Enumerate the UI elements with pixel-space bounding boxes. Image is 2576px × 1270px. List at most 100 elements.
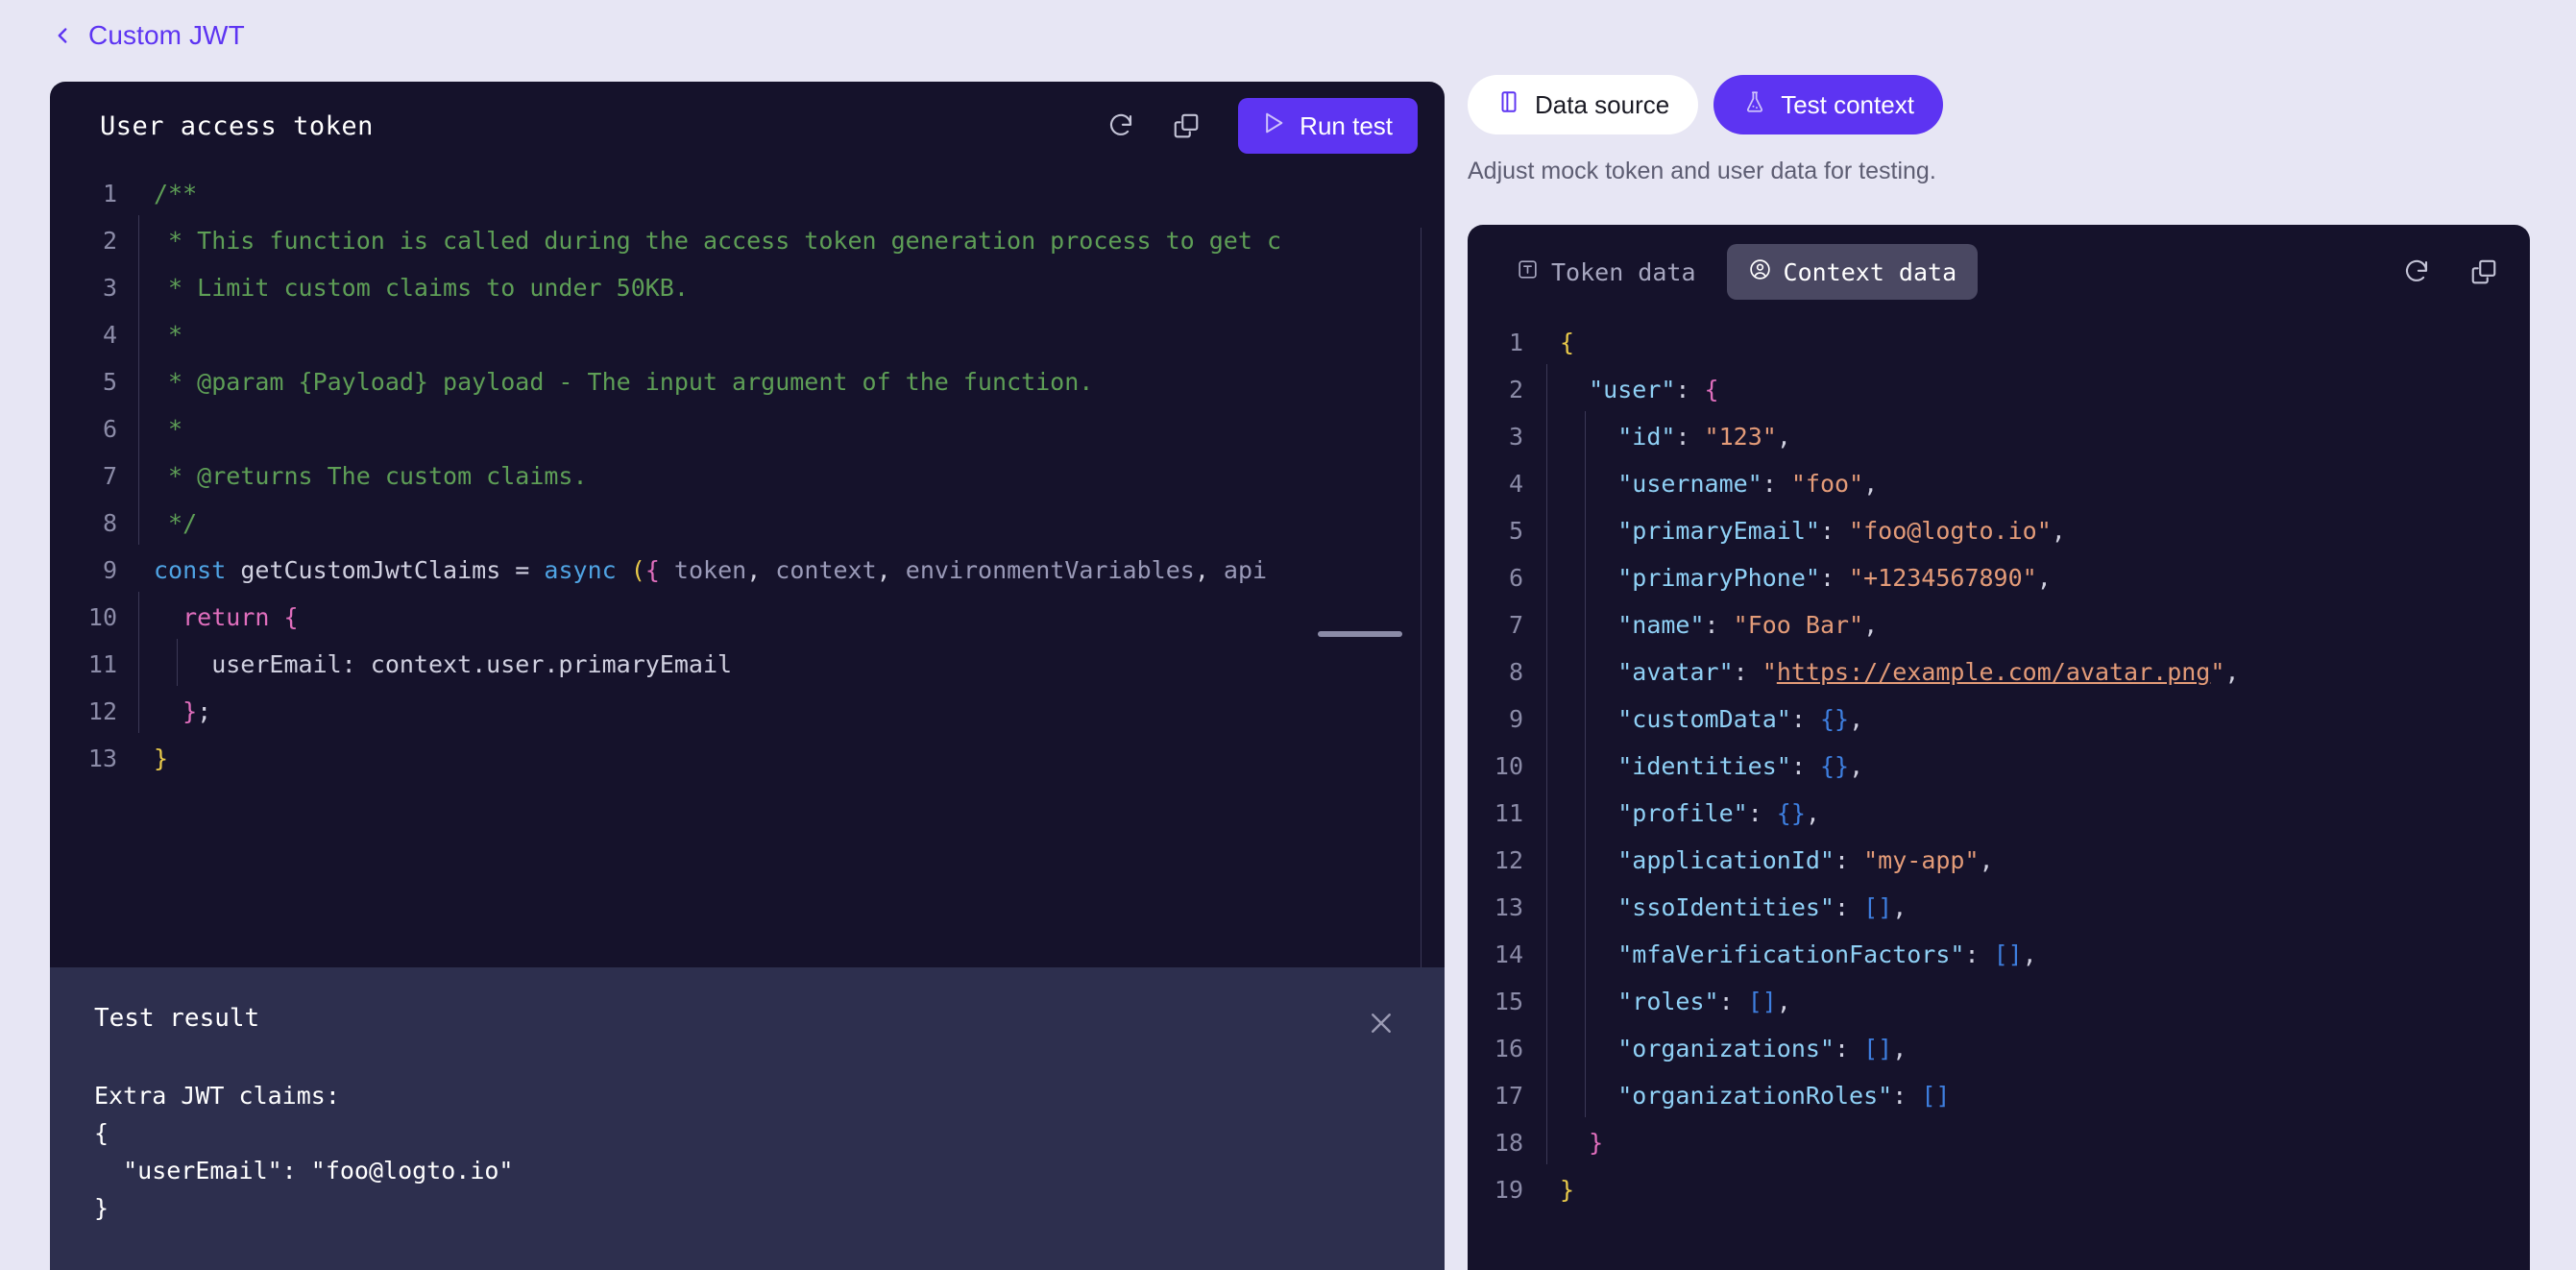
tab-data-source[interactable]: Data source [1468,75,1698,134]
code-token: { [1560,329,1574,356]
play-icon [1259,110,1286,143]
tab-token-data[interactable]: Token data [1495,244,1717,300]
code-token: "mfaVerificationFactors" [1617,940,1964,968]
test-result-output: Extra JWT claims: { "userEmail": "foo@lo… [94,1077,1400,1227]
user-circle-icon [1748,257,1772,287]
code-token: : [1892,1082,1921,1110]
code-token: : [1835,893,1863,921]
run-test-button[interactable]: Run test [1238,98,1418,154]
code-token: "primaryEmail" [1617,517,1820,545]
code-token [1560,376,1589,403]
line-content: * @param {Payload} payload - The input a… [136,358,1093,405]
code-line: 10 return { [50,594,1445,641]
code-token: : [1734,658,1762,686]
tab-context-data[interactable]: Context data [1727,244,1979,300]
code-token: } [1560,1176,1574,1204]
code-token: "applicationId" [1617,846,1835,874]
code-token: : [1748,799,1777,827]
code-token: , [1863,611,1878,639]
code-token: * This function is called during the acc… [154,227,1281,255]
line-number: 7 [1468,601,1544,648]
indent-guide [1546,599,1547,647]
code-token [1560,564,1617,592]
code-token [1560,988,1617,1015]
breadcrumb[interactable]: Custom JWT [50,13,245,58]
code-vertical-scrollbar[interactable] [1421,228,1422,967]
code-token: "id" [1617,423,1675,451]
code-token: : [1835,846,1863,874]
code-line: 7 * @returns The custom claims. [50,452,1445,500]
indent-guide [1585,599,1586,647]
code-token: "name" [1617,611,1704,639]
indent-guide [1585,976,1586,1023]
code-token: "profile" [1617,799,1747,827]
code-token: "organizations" [1617,1035,1835,1062]
line-content: "avatar": "https://example.com/avatar.pn… [1544,648,2239,696]
code-line: 2 "user": { [1468,366,2530,413]
code-token: } [1589,1129,1603,1157]
tab-test-context[interactable]: Test context [1713,75,1943,134]
code-token [1560,1082,1617,1110]
context-header: Token data Context data [1468,225,2530,319]
code-line: 7 "name": "Foo Bar", [1468,601,2530,648]
tab-token-data-label: Token data [1551,258,1696,286]
refresh-icon[interactable] [2397,253,2436,291]
code-line: 10 "identities": {}, [1468,743,2530,790]
code-token: {} [1820,705,1849,733]
line-number: 10 [1468,743,1544,790]
code-token: "avatar" [1617,658,1733,686]
line-number: 2 [50,217,136,264]
indent-guide [138,639,139,686]
flask-icon [1742,89,1767,121]
code-token: { [645,556,660,584]
code-token: : [1791,705,1820,733]
line-number: 8 [50,500,136,547]
code-token: , [2023,940,2037,968]
copy-icon[interactable] [1167,107,1205,145]
tab-context-data-label: Context data [1784,258,1957,286]
code-editor[interactable]: 1/**2 * This function is called during t… [50,170,1445,967]
indent-guide [1546,835,1547,882]
code-token: "ssoIdentities" [1617,893,1835,921]
code-line: 11 "profile": {}, [1468,790,2530,837]
source-tabs: Data source Test context [1468,75,2530,134]
code-token: " [1762,658,1777,686]
code-token: const [154,556,226,584]
source-hint: Adjust mock token and user data for test… [1468,158,2530,185]
code-line: 9 "customData": {}, [1468,696,2530,743]
copy-icon[interactable] [2465,253,2503,291]
line-number: 5 [50,358,136,405]
code-token: : [1675,376,1704,403]
line-number: 10 [50,594,136,641]
chevron-left-icon[interactable] [50,23,75,48]
code-token: "+1234567890" [1849,564,2037,592]
indent-guide [138,403,139,451]
code-line: 6 * [50,405,1445,452]
code-token: [] [1748,988,1777,1015]
code-token: , [1892,1035,1907,1062]
refresh-icon[interactable] [1102,107,1140,145]
indent-guide [1546,929,1547,976]
indent-guide [1546,505,1547,552]
line-number: 13 [1468,884,1544,931]
code-line: 16 "organizations": [], [1468,1025,2530,1072]
close-icon[interactable] [1362,1004,1400,1042]
indent-guide [138,498,139,545]
code-token: : [1762,470,1791,498]
code-token: = [515,556,529,584]
line-content: "organizations": [], [1544,1025,1907,1072]
line-number: 1 [1468,319,1544,366]
code-line: 13} [50,735,1445,782]
code-token: , [1863,470,1878,498]
code-horizontal-scrollbar[interactable] [1318,631,1402,637]
line-number: 4 [50,311,136,358]
line-content: } [1544,1119,1603,1166]
line-number: 11 [1468,790,1544,837]
line-content: }; [136,688,211,735]
context-json-editor[interactable]: 1{2 "user": {3 "id": "123",4 "username":… [1468,319,2530,1233]
code-token: [] [1994,940,2023,968]
code-token: * @returns The custom claims. [154,462,588,490]
line-number: 7 [50,452,136,500]
code-token: } [182,697,197,725]
page-title[interactable]: Custom JWT [88,20,245,51]
